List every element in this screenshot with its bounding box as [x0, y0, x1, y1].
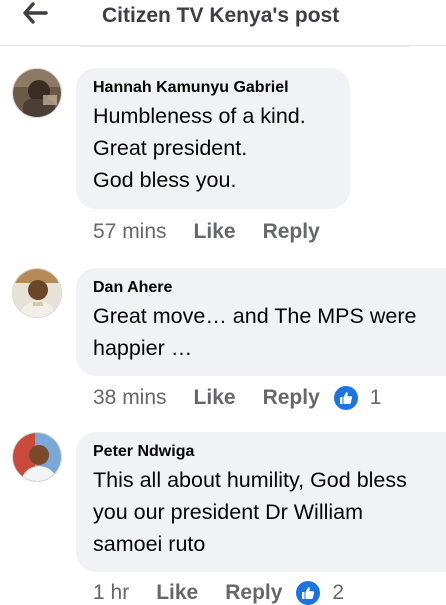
comment-author[interactable]: Peter Ndwiga: [93, 442, 430, 462]
like-button[interactable]: Like: [194, 220, 236, 244]
comment-text-line: Great president.: [93, 136, 248, 160]
comment-text-line: samoei ruto: [93, 532, 206, 556]
app-header: Citizen TV Kenya's post: [0, 0, 446, 46]
comment-text-line: Great move… and The MPS were: [93, 304, 417, 328]
comment-actions: 38 mins Like Reply 1: [93, 386, 381, 410]
comment-text-line: happier …: [93, 336, 193, 360]
avatar[interactable]: [12, 268, 62, 318]
reply-button[interactable]: Reply: [225, 581, 282, 605]
back-button[interactable]: [18, 0, 52, 26]
comment-actions: 57 mins Like Reply: [93, 220, 347, 244]
reaction-count[interactable]: 2: [332, 581, 344, 605]
comment-timestamp[interactable]: 57 mins: [93, 220, 167, 244]
thumbs-up-icon[interactable]: [296, 581, 321, 605]
page-title: Citizen TV Kenya's post: [102, 4, 340, 27]
avatar[interactable]: [12, 432, 62, 482]
comment-bubble[interactable]: Peter Ndwiga This all about humility, Go…: [76, 432, 446, 572]
comment-timestamp[interactable]: 1 hr: [93, 581, 129, 605]
arrow-left-icon: [23, 2, 48, 24]
comment-author[interactable]: Hannah Kamunyu Gabriel: [93, 78, 334, 98]
reply-button[interactable]: Reply: [263, 386, 320, 410]
reply-button[interactable]: Reply: [263, 220, 320, 244]
comment-text-line: God bless you.: [93, 168, 237, 192]
comment-bubble[interactable]: Dan Ahere Great move… and The MPS were h…: [76, 268, 446, 376]
comment-actions: 1 hr Like Reply 2: [93, 581, 344, 605]
reaction-count[interactable]: 1: [370, 386, 382, 410]
like-button[interactable]: Like: [156, 581, 198, 605]
avatar[interactable]: [12, 68, 62, 118]
comment-author[interactable]: Dan Ahere: [93, 278, 430, 298]
comment-text-line: you our president Dr William: [93, 500, 364, 524]
like-button[interactable]: Like: [194, 386, 236, 410]
comment-timestamp[interactable]: 38 mins: [93, 386, 167, 410]
comment-text-line: This all about humility, God bless: [93, 468, 407, 492]
comment-bubble[interactable]: Hannah Kamunyu Gabriel Humbleness of a k…: [76, 68, 350, 209]
comment-text-line: Humbleness of a kind.: [93, 104, 306, 128]
thumbs-up-icon[interactable]: [333, 386, 358, 410]
